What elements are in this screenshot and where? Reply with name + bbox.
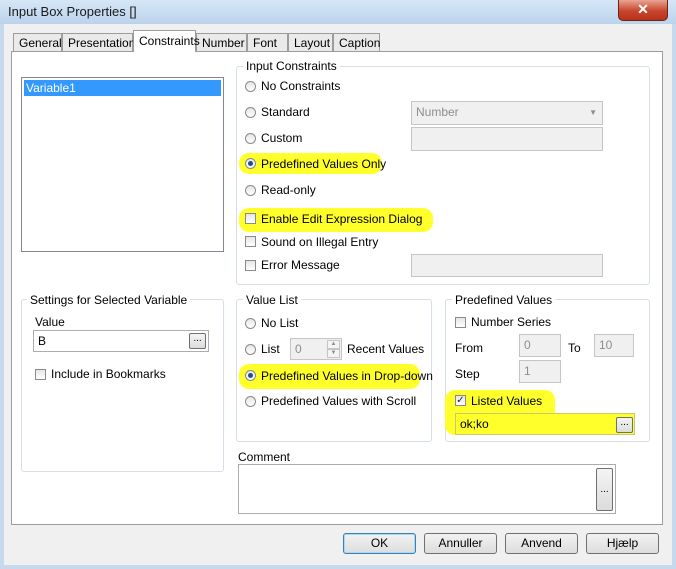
checkbox-number-series[interactable] [455, 317, 466, 328]
radio-no-constraints[interactable] [245, 81, 256, 92]
variable-listbox[interactable]: Variable1 [21, 77, 224, 252]
checkbox-error-message[interactable] [245, 260, 256, 271]
custom-label: Custom [261, 131, 303, 145]
listed-values-text: ok;ko [460, 417, 489, 431]
listed-values-browse-button[interactable]: ... [616, 417, 633, 433]
comment-field[interactable] [238, 464, 616, 514]
checkbox-listed-values[interactable]: ✓ [455, 395, 466, 406]
checkbox-sound-illegal[interactable] [245, 236, 256, 247]
number-series-label: Number Series [471, 315, 552, 329]
standard-label: Standard [261, 105, 310, 119]
spin-up-icon[interactable]: ▲ [327, 340, 340, 349]
settings-legend: Settings for Selected Variable [27, 293, 191, 307]
standard-select[interactable]: Number ▼ [411, 101, 603, 125]
predefined-values-legend: Predefined Values [452, 293, 556, 307]
standard-select-value: Number [416, 105, 459, 119]
recent-count-value: 0 [295, 342, 302, 356]
tab-layout[interactable]: Layout [288, 33, 333, 51]
value-field[interactable]: B [33, 330, 209, 352]
sound-illegal-label: Sound on Illegal Entry [261, 235, 379, 249]
enable-edit-expression-label: Enable Edit Expression Dialog [261, 212, 423, 226]
value-browse-button[interactable]: ... [189, 333, 206, 349]
error-message-field[interactable] [411, 254, 603, 277]
to-label: To [568, 341, 581, 355]
step-field-value: 1 [524, 364, 531, 378]
to-field-value: 10 [599, 338, 613, 352]
chevron-down-icon: ▼ [589, 108, 597, 117]
scroll-label: Predefined Values with Scroll [261, 394, 417, 408]
radio-predefined-only[interactable] [245, 158, 256, 169]
from-field-value: 0 [524, 338, 531, 352]
value-field-text: B [38, 334, 47, 348]
listed-values-field[interactable]: ok;ko [455, 413, 635, 435]
ok-button[interactable]: OK [343, 533, 416, 554]
title-bar: Input Box Properties [] ✕ [0, 0, 676, 24]
read-only-label: Read-only [261, 183, 316, 197]
radio-no-list[interactable] [245, 318, 256, 329]
radio-custom[interactable] [245, 133, 256, 144]
include-bookmarks-label: Include in Bookmarks [51, 367, 166, 381]
tab-general[interactable]: General [13, 33, 62, 51]
custom-expression-field[interactable] [411, 127, 603, 151]
dropdown-label: Predefined Values in Drop-down [261, 369, 433, 383]
comment-browse-button[interactable]: ... [596, 468, 613, 511]
predefined-only-label: Predefined Values Only [261, 157, 387, 171]
from-field[interactable]: 0 [519, 334, 561, 357]
apply-button[interactable]: Anvend [505, 533, 578, 554]
window-title: Input Box Properties [] [8, 4, 137, 19]
radio-dropdown[interactable] [245, 370, 256, 381]
close-icon[interactable]: ✕ [618, 0, 668, 21]
spin-down-icon[interactable]: ▼ [327, 349, 340, 358]
tab-font[interactable]: Font [247, 33, 288, 51]
radio-scroll[interactable] [245, 396, 256, 407]
error-message-label: Error Message [261, 258, 340, 272]
comment-label: Comment [238, 450, 291, 464]
step-label: Step [455, 367, 480, 381]
cancel-button[interactable]: Annuller [424, 533, 497, 554]
input-constraints-group [236, 66, 650, 285]
tab-caption[interactable]: Caption [333, 33, 380, 51]
radio-standard[interactable] [245, 107, 256, 118]
listed-values-label: Listed Values [471, 394, 543, 408]
tab-constraints[interactable]: Constraints [133, 30, 200, 52]
from-label: From [455, 341, 483, 355]
input-constraints-legend: Input Constraints [243, 59, 340, 73]
help-button[interactable]: Hjælp [586, 533, 659, 554]
radio-read-only[interactable] [245, 185, 256, 196]
value-label: Value [35, 315, 65, 329]
step-field[interactable]: 1 [519, 360, 561, 383]
recent-values-label: Recent Values [347, 342, 425, 356]
checkbox-include-bookmarks[interactable] [35, 369, 46, 380]
value-list-legend: Value List [243, 293, 301, 307]
no-constraints-label: No Constraints [261, 79, 341, 93]
variable-list-item[interactable]: Variable1 [24, 80, 221, 96]
no-list-label: No List [261, 316, 299, 330]
tab-number[interactable]: Number [196, 33, 247, 51]
list-label: List [261, 342, 280, 356]
checkbox-enable-edit-expression[interactable] [245, 213, 256, 224]
radio-list[interactable] [245, 344, 256, 355]
to-field[interactable]: 10 [594, 334, 634, 357]
tab-presentation[interactable]: Presentation [62, 33, 135, 51]
